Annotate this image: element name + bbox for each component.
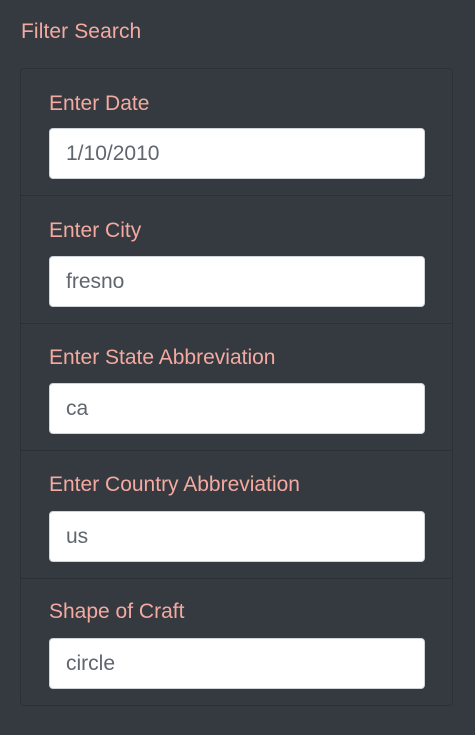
state-label: Enter State Abbreviation <box>49 346 276 369</box>
date-label: Enter Date <box>49 92 150 115</box>
country-input[interactable] <box>49 511 425 562</box>
state-input[interactable] <box>49 383 425 434</box>
city-label: Enter City <box>49 219 142 242</box>
shape-input[interactable] <box>49 638 425 689</box>
filter-search-title: Filter Search <box>21 20 142 43</box>
shape-filter-group: Shape of Craft <box>21 579 452 706</box>
city-filter-group: Enter City <box>21 196 452 324</box>
country-filter-group: Enter Country Abbreviation <box>21 451 452 579</box>
shape-label: Shape of Craft <box>49 600 185 623</box>
state-filter-group: Enter State Abbreviation <box>21 324 452 451</box>
date-filter-group: Enter Date <box>21 69 452 196</box>
filter-panel: Enter Date Enter City Enter State Abbrev… <box>20 68 453 706</box>
date-input[interactable] <box>49 128 425 179</box>
country-label: Enter Country Abbreviation <box>49 473 300 496</box>
city-input[interactable] <box>49 256 425 307</box>
